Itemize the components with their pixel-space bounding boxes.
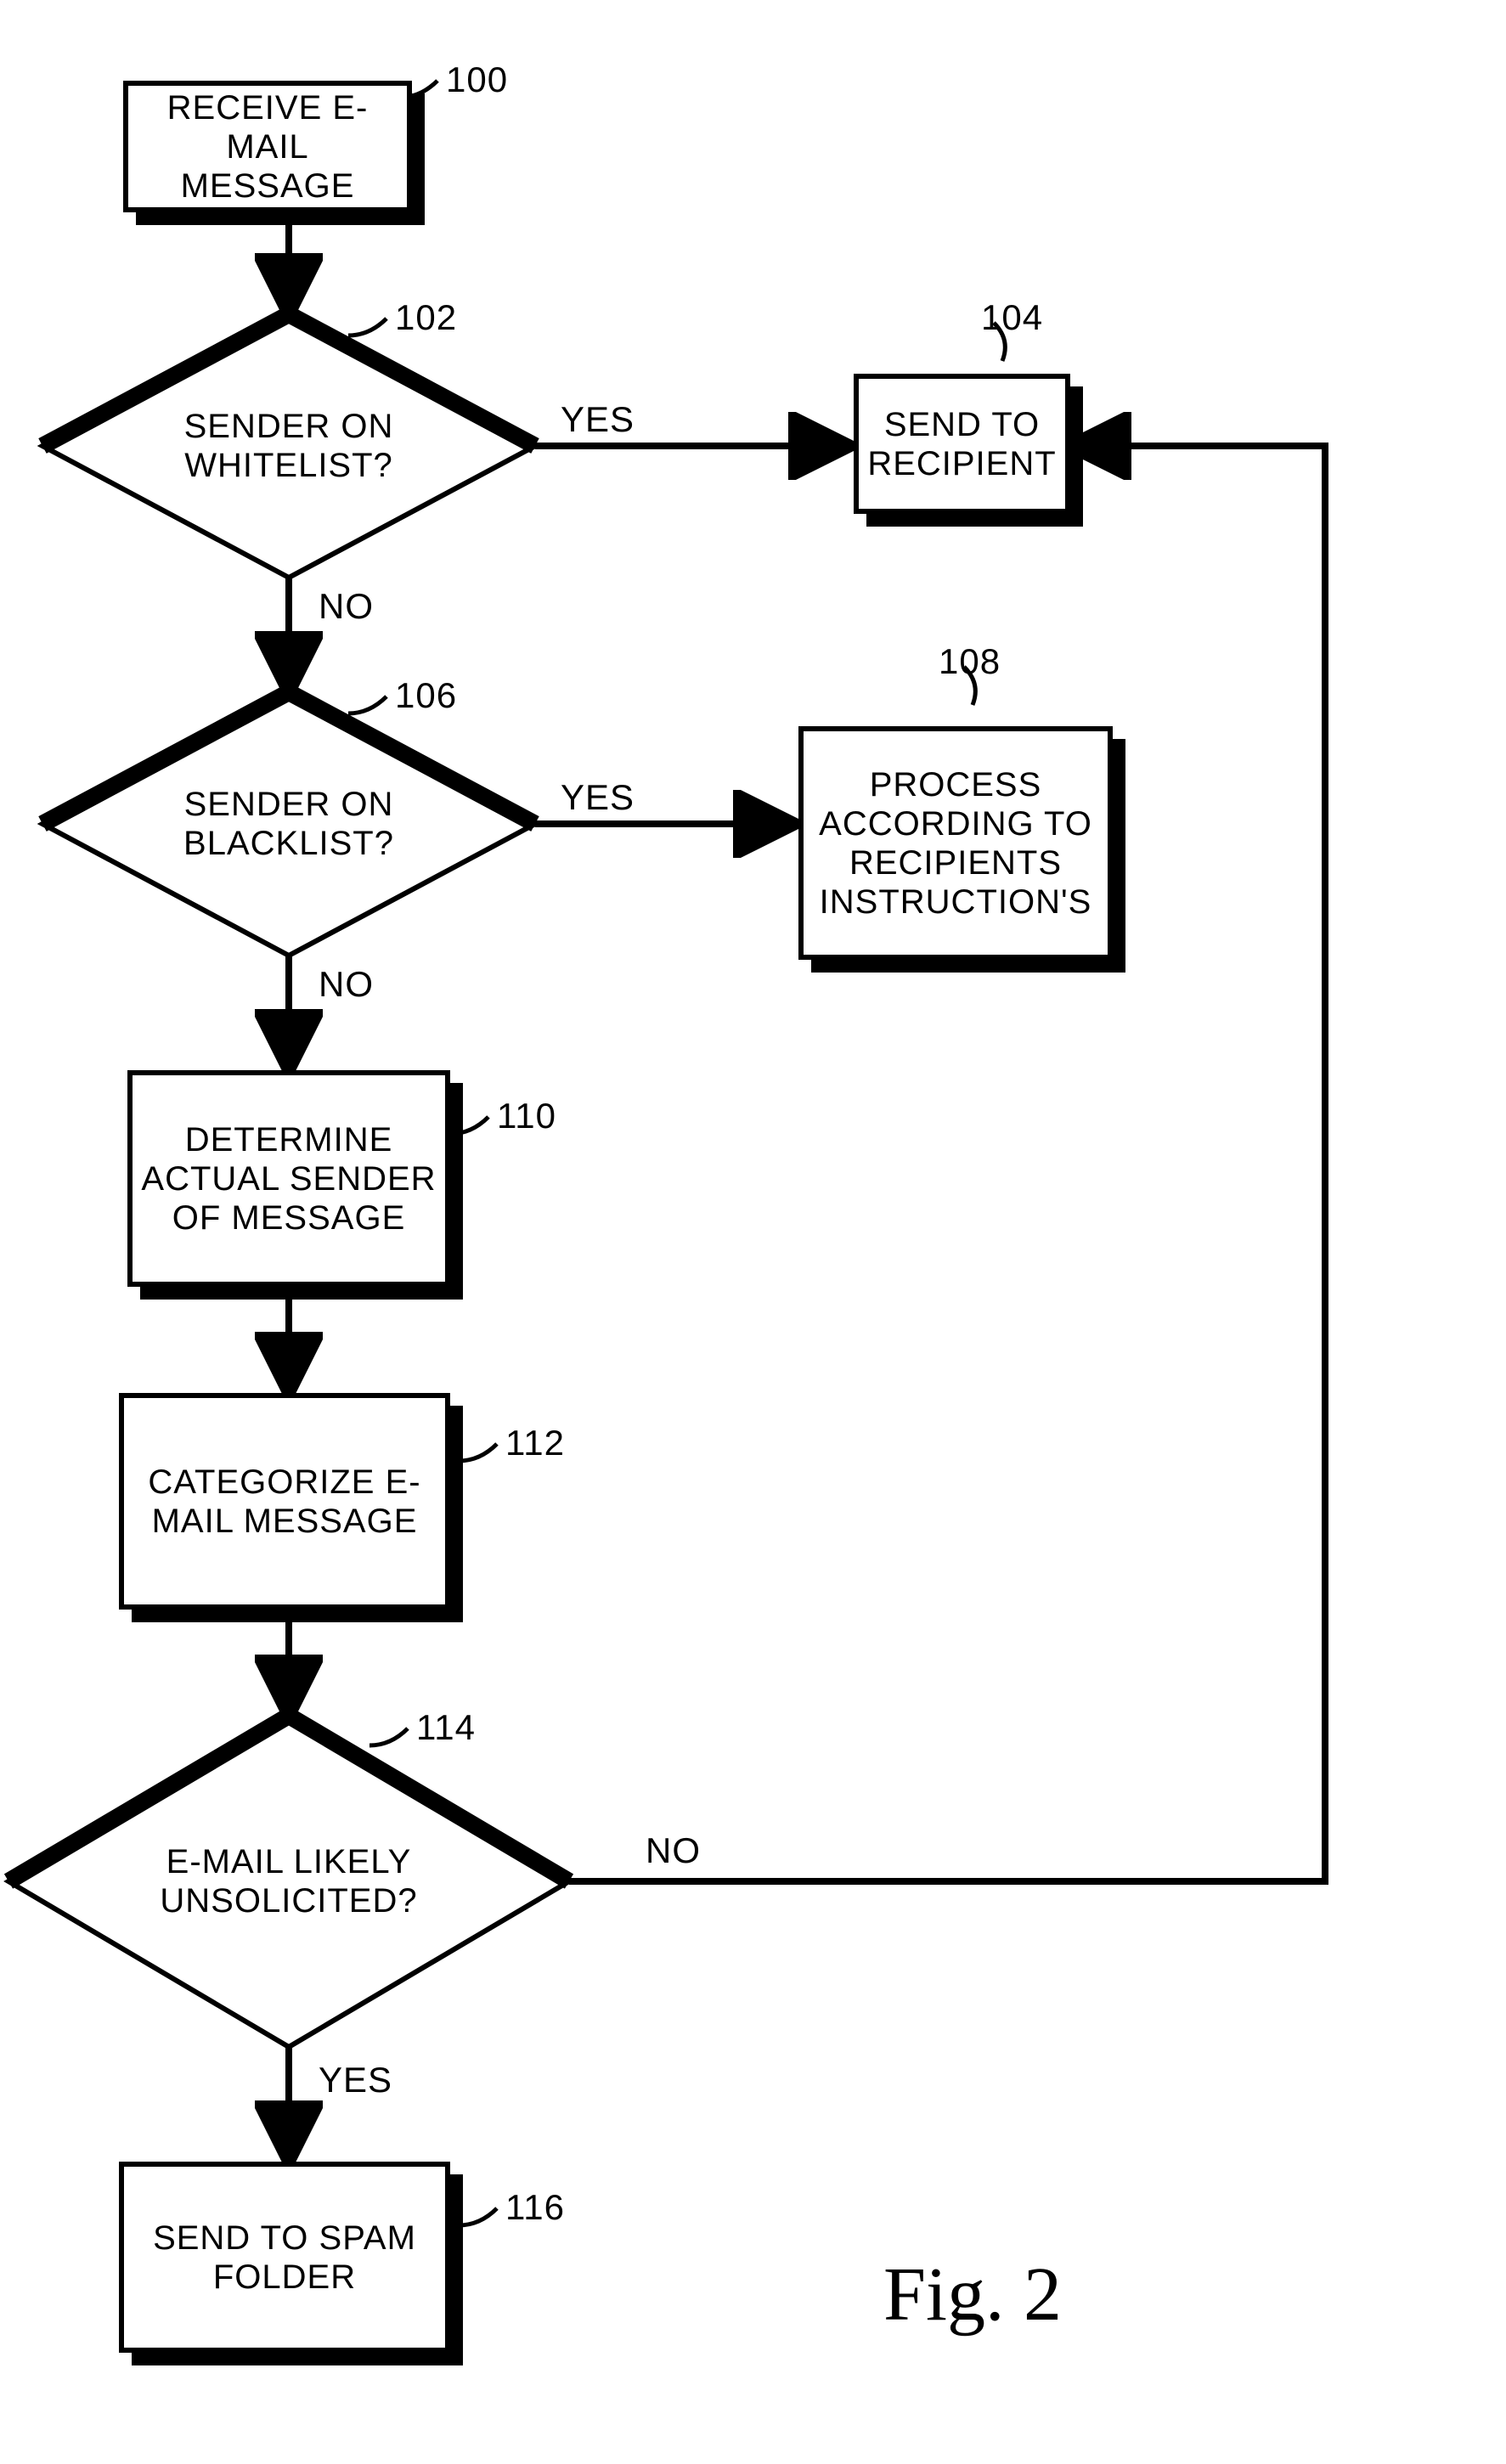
node-text: DETERMINE ACTUAL SENDER OF MESSAGE <box>141 1120 437 1238</box>
node-likely-unsolicited: E-MAIL LIKELY UNSOLICITED? <box>8 1716 569 2047</box>
refnum-106: 106 <box>395 675 457 716</box>
node-text: CATEGORIZE E-MAIL MESSAGE <box>133 1463 437 1541</box>
refnum-108: 108 <box>939 641 1001 682</box>
node-text: E-MAIL LIKELY UNSOLICITED? <box>110 1842 468 1920</box>
refnum-112: 112 <box>505 1423 565 1463</box>
node-send-recipient: SEND TO RECIPIENT <box>854 374 1070 514</box>
edge-label-no-114: NO <box>646 1830 701 1871</box>
node-text: PROCESS ACCORDING TO RECIPIENTS INSTRUCT… <box>812 765 1099 922</box>
node-text: SEND TO RECIPIENT <box>867 405 1057 483</box>
node-process-instructions: PROCESS ACCORDING TO RECIPIENTS INSTRUCT… <box>798 726 1113 960</box>
flowchart-stage: RECEIVE E-MAIL MESSAGE 100 SENDER ON WHI… <box>0 0 1506 2464</box>
refnum-102: 102 <box>395 297 457 338</box>
node-text: SENDER ON BLACKLIST? <box>131 785 446 863</box>
node-text: SEND TO SPAM FOLDER <box>133 2219 437 2297</box>
refnum-114: 114 <box>416 1707 476 1748</box>
node-sender-blacklist: SENDER ON BLACKLIST? <box>42 692 535 956</box>
node-sender-whitelist: SENDER ON WHITELIST? <box>42 314 535 578</box>
figure-label: Fig. 2 <box>883 2251 1062 2338</box>
edge-label-yes-114: YES <box>319 2060 392 2100</box>
node-categorize: CATEGORIZE E-MAIL MESSAGE <box>119 1393 450 1610</box>
node-receive-email: RECEIVE E-MAIL MESSAGE <box>123 81 412 212</box>
node-text: SENDER ON WHITELIST? <box>131 407 446 485</box>
refnum-100: 100 <box>446 59 508 100</box>
edge-label-yes-102: YES <box>561 399 635 440</box>
node-determine-sender: DETERMINE ACTUAL SENDER OF MESSAGE <box>127 1070 450 1287</box>
edge-label-yes-106: YES <box>561 777 635 818</box>
refnum-116: 116 <box>505 2187 565 2228</box>
refnum-110: 110 <box>497 1096 556 1136</box>
node-send-spam: SEND TO SPAM FOLDER <box>119 2162 450 2353</box>
edge-label-no-106: NO <box>319 964 374 1005</box>
refnum-104: 104 <box>981 297 1043 338</box>
edge-label-no-102: NO <box>319 586 374 627</box>
node-text: RECEIVE E-MAIL MESSAGE <box>137 88 398 206</box>
